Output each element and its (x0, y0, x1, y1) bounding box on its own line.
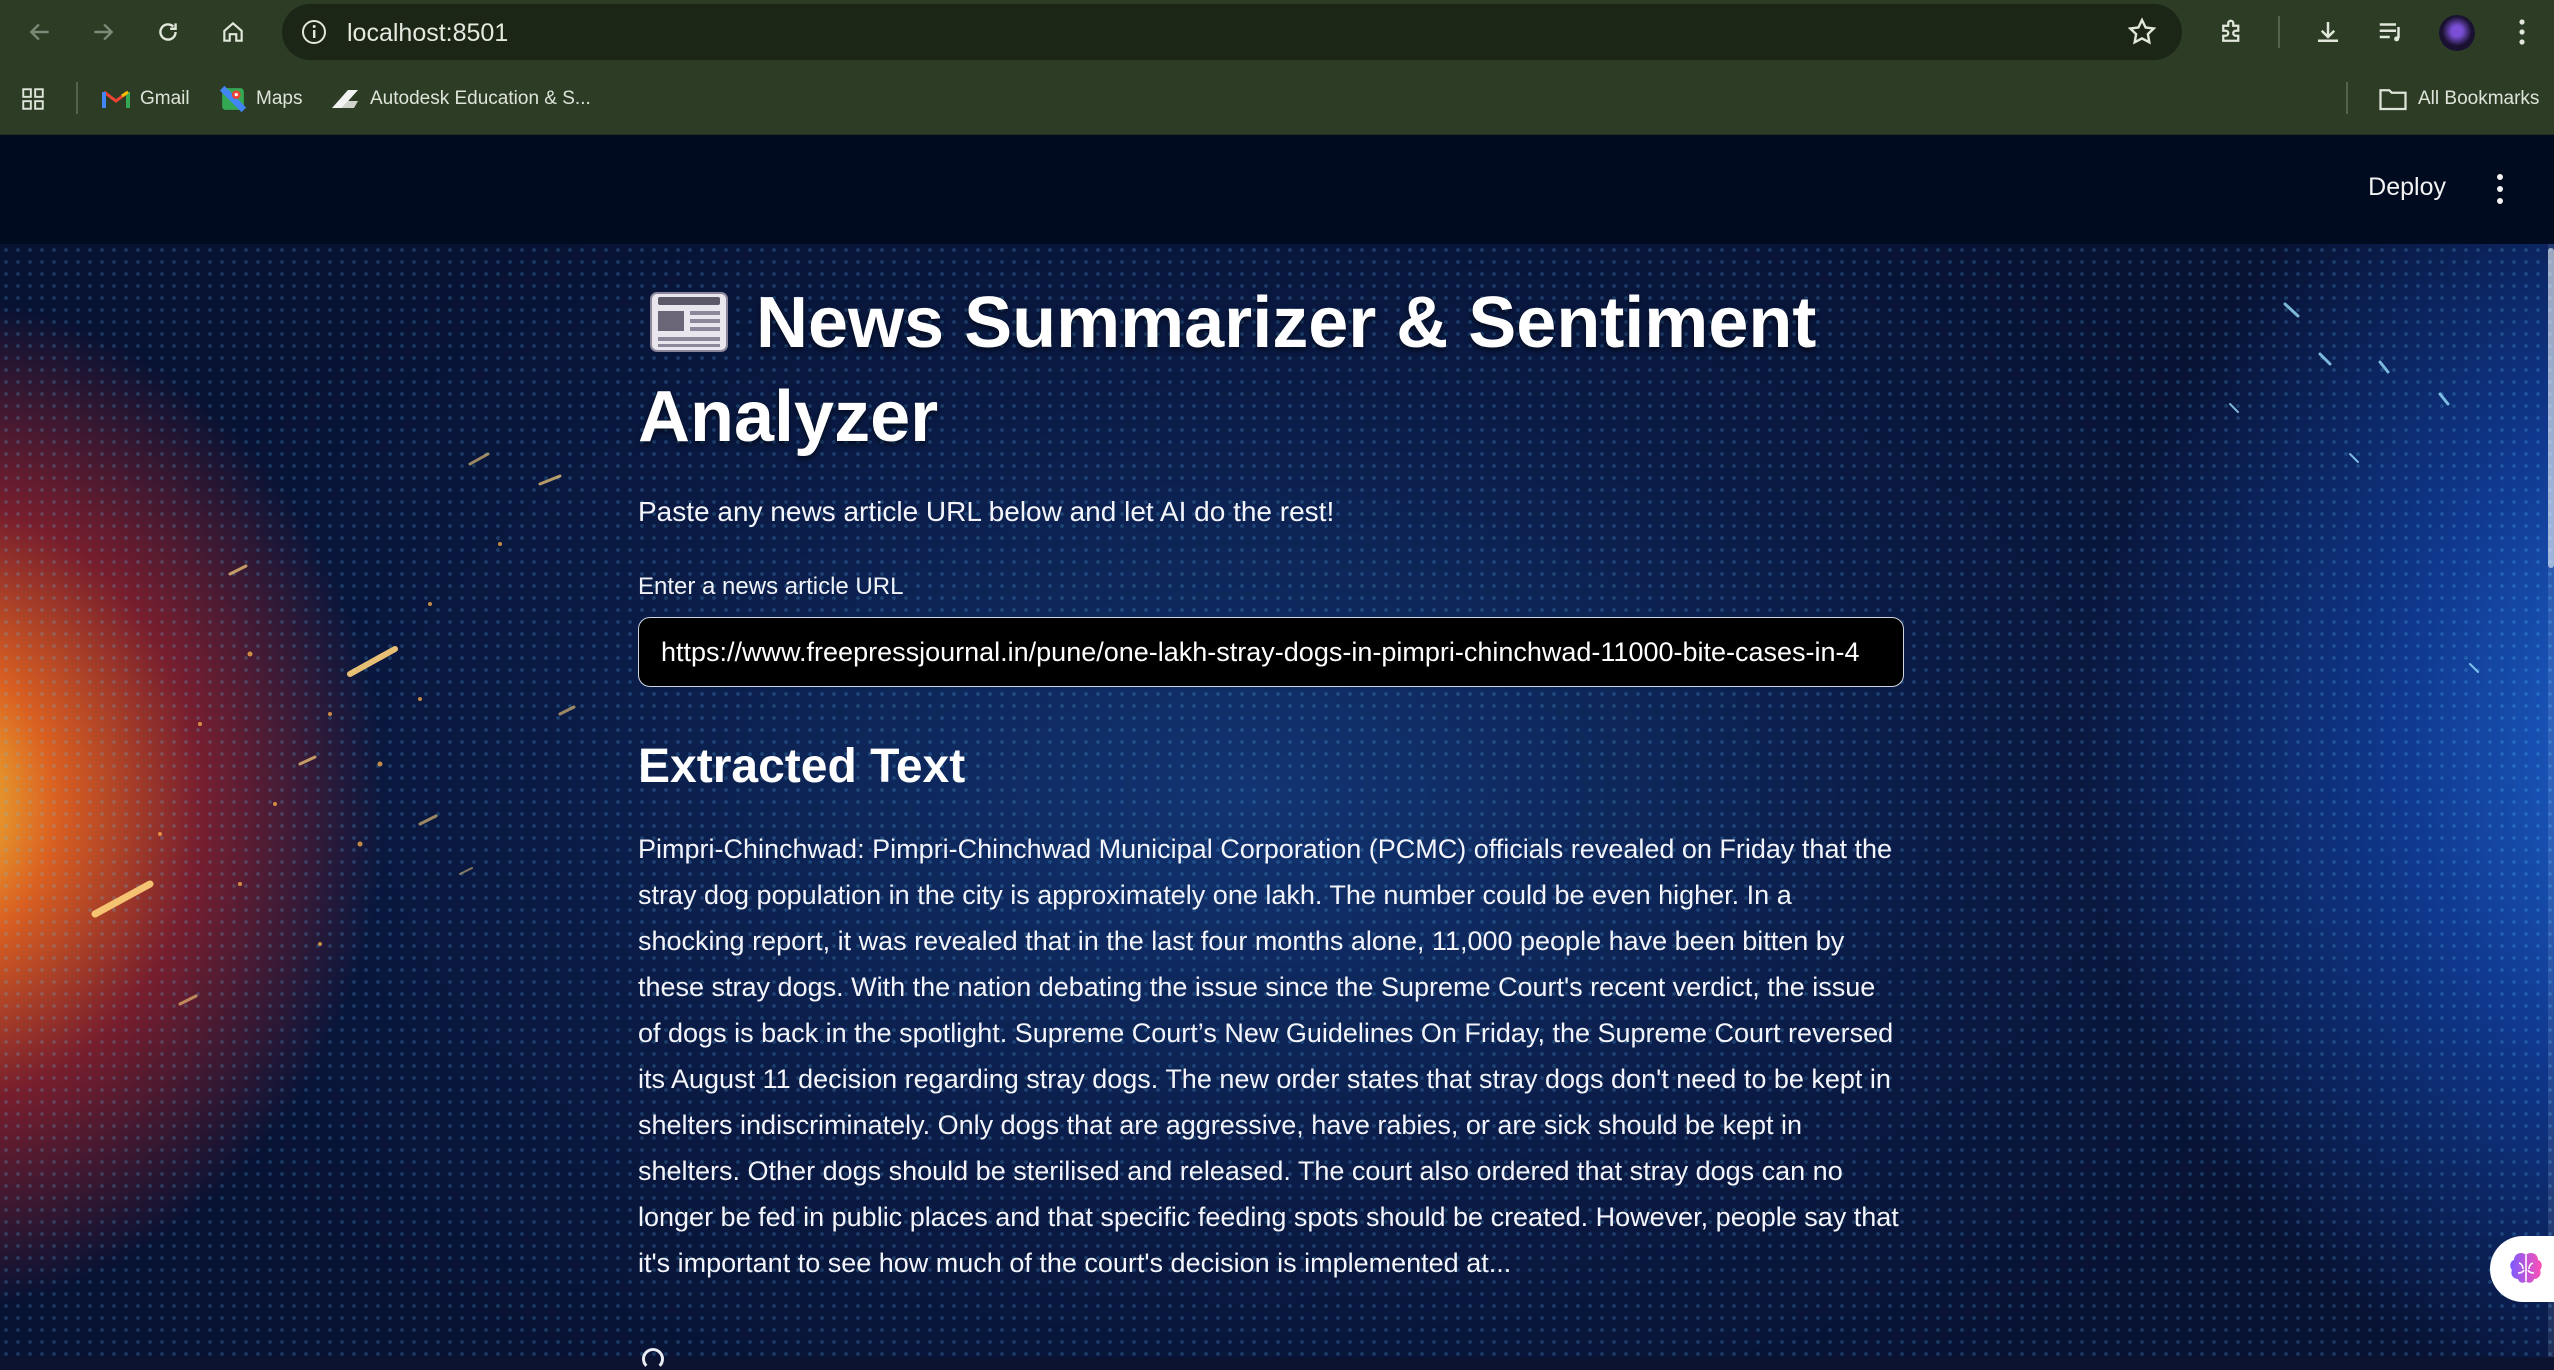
site-info-icon[interactable] (298, 16, 330, 48)
vertical-dots-icon (2519, 19, 2525, 45)
reload-icon (159, 23, 177, 41)
all-bookmarks-label: All Bookmarks (2418, 88, 2540, 109)
loading-spinner-icon (642, 1348, 664, 1370)
page-title-text: News Summarizer & Sentiment Analyzer (638, 283, 1817, 457)
extracted-text-body: Pimpri-Chinchwad: Pimpri-Chinchwad Munic… (638, 834, 1899, 1278)
puzzle-icon (2222, 19, 2240, 42)
maps-icon (220, 86, 246, 112)
article-url-input[interactable]: https://www.freepressjournal.in/pune/one… (638, 617, 1904, 687)
extracted-text-heading: Extracted Text (638, 740, 966, 793)
bookmark-label: Autodesk Education & S... (370, 88, 591, 109)
profile-avatar[interactable] (2439, 15, 2475, 51)
address-bar[interactable]: localhost:8501 (282, 4, 2182, 60)
address-url[interactable]: localhost:8501 (347, 19, 508, 48)
gmail-icon (102, 90, 130, 108)
newspaper-icon (650, 292, 728, 352)
home-button[interactable] (213, 12, 253, 52)
bookmark-maps[interactable]: Maps (220, 82, 302, 116)
bookmark-label: Maps (256, 88, 303, 109)
playlist-icon (2379, 23, 2400, 42)
browser-menu-button[interactable] (2504, 14, 2540, 50)
downloads-button[interactable] (2310, 14, 2346, 50)
page-title: News Summarizer & Sentiment Analyzer (638, 276, 1904, 464)
bookmarks-bar: Gmail Maps Autodesk Education & S... All… (0, 64, 2554, 135)
apps-grid-icon (22, 88, 44, 110)
toolbar-divider (2278, 16, 2280, 48)
extensions-button[interactable] (2214, 14, 2250, 50)
intro-text: Paste any news article URL below and let… (638, 496, 1335, 527)
forward-button[interactable] (83, 12, 123, 52)
url-field-label: Enter a news article URL (638, 573, 904, 600)
scrollbar-thumb[interactable] (2548, 248, 2554, 568)
bookmarks-divider (76, 82, 78, 114)
download-icon (2318, 22, 2338, 42)
ai-assistant-button[interactable] (2490, 1236, 2554, 1302)
all-bookmarks-button[interactable]: All Bookmarks (2378, 82, 2539, 116)
brain-icon (2510, 1252, 2542, 1283)
bookmark-label: Gmail (140, 88, 190, 109)
bookmarks-divider (2346, 82, 2348, 114)
reload-button[interactable] (148, 12, 188, 52)
kebab-menu-icon[interactable] (2494, 171, 2506, 207)
media-controls-button[interactable] (2373, 14, 2409, 50)
arrow-left-icon (29, 23, 49, 41)
apps-button[interactable] (20, 82, 46, 116)
autodesk-icon (332, 90, 358, 108)
bookmark-autodesk[interactable]: Autodesk Education & S... (330, 82, 591, 116)
arrow-right-icon (94, 23, 114, 41)
home-icon (223, 21, 243, 42)
deploy-button[interactable]: Deploy (2368, 173, 2446, 202)
browser-toolbar: localhost:8501 (0, 0, 2554, 64)
bookmark-gmail[interactable]: Gmail (102, 82, 190, 116)
app-header: Deploy (0, 135, 2554, 244)
back-button[interactable] (20, 12, 60, 52)
folder-icon (2379, 89, 2407, 111)
bookmark-star-icon[interactable] (2126, 16, 2158, 48)
